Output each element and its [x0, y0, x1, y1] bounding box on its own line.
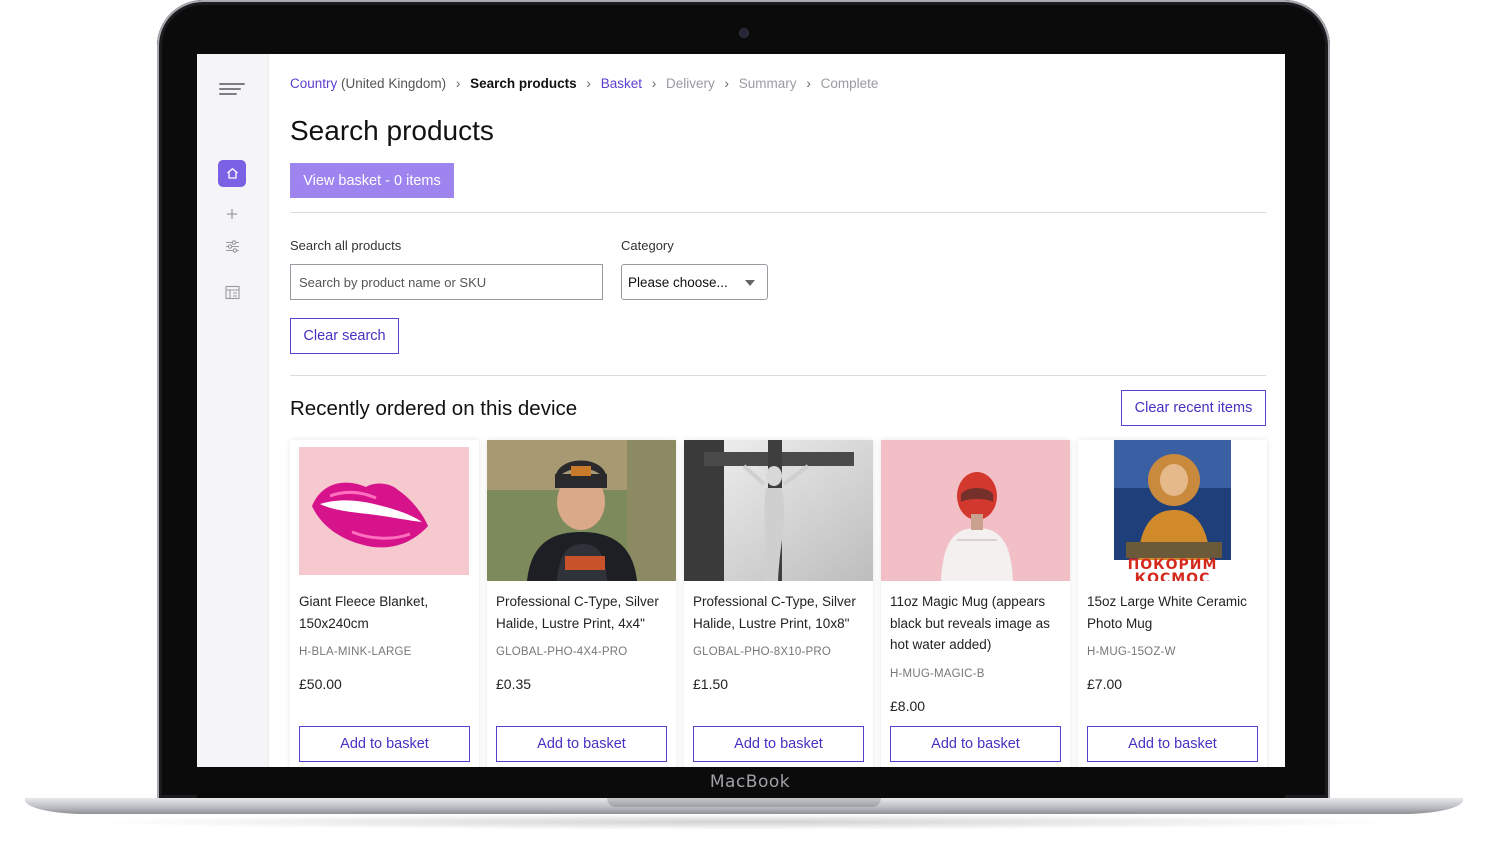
- plus-icon[interactable]: [224, 206, 240, 222]
- main-content: Country (United Kingdom) › Search produc…: [290, 54, 1267, 767]
- laptop-notch: [607, 798, 881, 807]
- add-to-basket-button[interactable]: Add to basket: [496, 726, 667, 762]
- recent-heading: Recently ordered on this device: [290, 397, 578, 420]
- breadcrumb-separator: ›: [806, 76, 811, 91]
- laptop-brand: MacBook: [709, 772, 791, 792]
- product-title: Professional C-Type, Silver Halide, Lust…: [693, 594, 856, 631]
- laptop-shadow: [80, 814, 1410, 830]
- clear-recent-button[interactable]: Clear recent items: [1121, 390, 1266, 426]
- product-title: 15oz Large White Ceramic Photo Mug: [1087, 594, 1247, 631]
- product-card: ПОКОРИМ КОСМОС 15oz Large White Ceramic P…: [1078, 440, 1267, 767]
- product-price: £1.50: [693, 676, 729, 692]
- product-sku: GLOBAL-PHO-8X10-PRO: [693, 646, 832, 658]
- product-image: [684, 440, 873, 581]
- product-sku: H-MUG-MAGIC-B: [890, 668, 985, 680]
- breadcrumb: Country (United Kingdom) › Search produc…: [290, 76, 878, 91]
- product-grid: Giant Fleece Blanket, 150x240cm H-BLA-MI…: [290, 440, 1267, 767]
- sliders-icon[interactable]: [224, 238, 240, 254]
- chevron-down-icon: [745, 280, 755, 286]
- category-label: Category: [621, 238, 674, 253]
- product-card: Professional C-Type, Silver Halide, Lust…: [487, 440, 676, 767]
- breadcrumb-country-link[interactable]: Country: [290, 76, 337, 91]
- view-basket-button[interactable]: View basket - 0 items: [290, 163, 454, 198]
- breadcrumb-separator: ›: [724, 76, 730, 91]
- breadcrumb-separator: ›: [651, 76, 657, 91]
- category-select[interactable]: Please choose...: [621, 264, 768, 300]
- breadcrumb-complete: Complete: [820, 76, 879, 91]
- product-image: [487, 440, 676, 581]
- breadcrumb-delivery: Delivery: [666, 76, 715, 91]
- sidebar-item-home[interactable]: [218, 160, 246, 187]
- product-sku: H-MUG-15OZ-W: [1087, 646, 1176, 658]
- add-to-basket-button[interactable]: Add to basket: [890, 726, 1061, 762]
- product-card: Professional C-Type, Silver Halide, Lust…: [684, 440, 873, 767]
- app-screen: Country (United Kingdom) › Search produc…: [197, 54, 1285, 767]
- search-label: Search all products: [290, 238, 402, 253]
- product-card: 11oz Magic Mug (appears black but reveal…: [881, 440, 1070, 767]
- divider: [290, 212, 1266, 213]
- sidebar: [197, 54, 269, 767]
- breadcrumb-separator: ›: [586, 76, 591, 91]
- breadcrumb-summary: Summary: [738, 76, 797, 91]
- calendar-icon[interactable]: [224, 284, 240, 300]
- product-sku: H-BLA-MINK-LARGE: [299, 646, 412, 658]
- search-input[interactable]: [290, 264, 603, 300]
- add-to-basket-button[interactable]: Add to basket: [1087, 726, 1258, 762]
- product-title: Giant Fleece Blanket, 150x240cm: [299, 594, 429, 631]
- add-to-basket-button[interactable]: Add to basket: [693, 726, 864, 762]
- breadcrumb-country-value: (United Kingdom): [341, 76, 447, 91]
- product-price: £8.00: [890, 698, 926, 714]
- product-card: Giant Fleece Blanket, 150x240cm H-BLA-MI…: [290, 440, 479, 767]
- product-image: ПОКОРИМ КОСМОС: [1078, 440, 1267, 581]
- product-title: Professional C-Type, Silver Halide, Lust…: [496, 594, 659, 631]
- breadcrumb-search: Search products: [470, 76, 577, 91]
- add-to-basket-button[interactable]: Add to basket: [299, 726, 470, 762]
- breadcrumb-basket-link[interactable]: Basket: [601, 76, 642, 91]
- product-title: 11oz Magic Mug (appears black but reveal…: [890, 594, 1050, 652]
- product-price: £0.35: [496, 676, 532, 692]
- product-sku: GLOBAL-PHO-4X4-PRO: [496, 646, 628, 658]
- home-icon: [226, 168, 238, 179]
- page-title: Search products: [290, 115, 494, 146]
- clear-search-button[interactable]: Clear search: [290, 318, 399, 354]
- camera: [740, 29, 748, 37]
- product-image: [290, 440, 479, 581]
- product-price: £50.00: [299, 676, 342, 692]
- menu-icon[interactable]: [219, 81, 245, 97]
- breadcrumb-separator: ›: [455, 76, 461, 91]
- product-image: [881, 440, 1070, 581]
- category-select-value: Please choose...: [628, 274, 728, 290]
- poster-text: ПОКОРИМ КОСМОС: [1127, 558, 1218, 581]
- product-price: £7.00: [1087, 676, 1123, 692]
- divider: [290, 375, 1266, 376]
